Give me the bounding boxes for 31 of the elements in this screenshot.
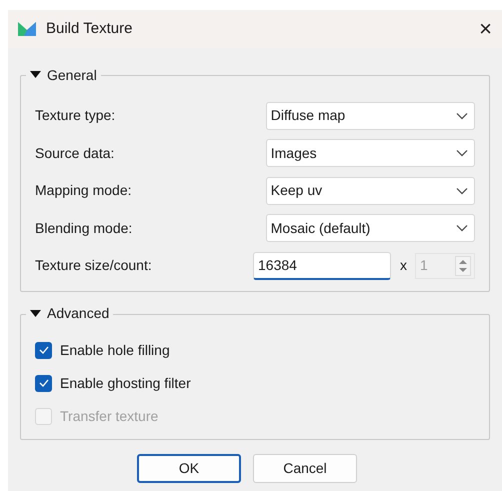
field-label: Texture type: [35, 106, 116, 126]
chevron-down-icon [456, 186, 468, 195]
field-label: Source data: [35, 144, 116, 163]
triangle-icon[interactable] [30, 310, 41, 318]
checkmark-icon [38, 346, 48, 354]
dialog-button[interactable]: Cancel [253, 454, 357, 482]
field-label: Mapping mode: [35, 181, 133, 200]
chevron-down-icon [456, 112, 468, 120]
checkbox[interactable] [35, 374, 52, 392]
chevron-down-icon [456, 149, 468, 158]
checkbox-label: Enable ghosting filter [60, 374, 191, 393]
dialog-button[interactable]: OK [137, 454, 241, 482]
times-label: x [400, 256, 407, 276]
close-button[interactable]: × [475, 18, 496, 40]
dropdown[interactable]: Images [266, 139, 475, 168]
dropdown[interactable]: Keep uv [266, 176, 475, 205]
window-title: Build Texture [46, 18, 132, 39]
section-title[interactable]: Advanced [47, 303, 110, 324]
checkbox-label: Transfer texture [60, 406, 158, 426]
field-label: Texture size/count: [35, 256, 153, 276]
section-title[interactable]: General [47, 64, 97, 86]
triangle-icon[interactable] [30, 71, 41, 79]
checkbox[interactable] [35, 342, 52, 358]
app-logo-icon [18, 22, 36, 36]
input-field[interactable]: 16384 [253, 252, 391, 280]
chevron-down-icon [456, 224, 468, 232]
checkmark-icon [38, 379, 48, 387]
dropdown[interactable]: Mosaic (default) [266, 214, 475, 242]
field-label: Blending mode: [35, 218, 134, 238]
checkbox-label: Enable hole filling [60, 340, 170, 360]
dropdown[interactable]: Diffuse map [266, 102, 475, 130]
